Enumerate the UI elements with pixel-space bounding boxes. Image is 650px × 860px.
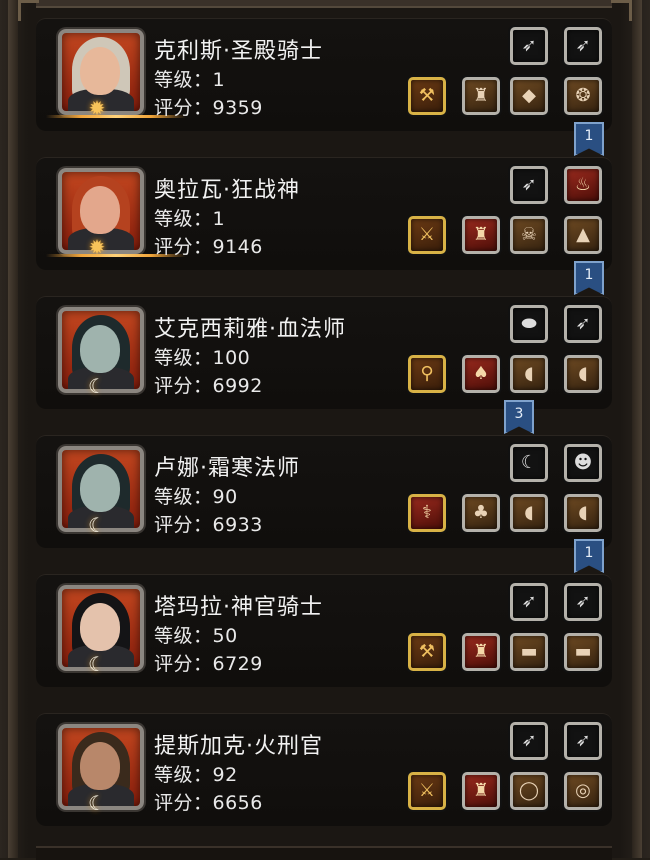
magic-wand-icon[interactable]: ⚲ <box>408 355 446 393</box>
blue-gem-ring-icon[interactable]: ◎ <box>564 772 602 810</box>
belt-icon[interactable]: ▬ <box>564 633 602 671</box>
sun-emblem-icon: ✹ <box>88 235 106 259</box>
hero-score: 评分：9146 <box>154 236 263 258</box>
frame-left-edge <box>8 0 18 858</box>
hero-card[interactable]: ☾ 塔玛拉·神官骑士 等级：50 评分：6729 ➶ ➶ ⚒ ♜ ▬ ▬ <box>36 574 612 687</box>
portrait-face <box>80 186 120 234</box>
moon-emblem-icon: ☾ <box>88 513 106 537</box>
double-axe-icon[interactable]: ⚔ <box>408 772 446 810</box>
hero-level: 等级：1 <box>154 69 226 91</box>
dark-feather-icon[interactable]: ➶ <box>510 166 548 204</box>
hero-card[interactable]: ☾ 艾克西莉雅·血法师 等级：100 评分：6992 ⬬ ➶ ⚲ ♠ ◖ ◖ <box>36 296 612 409</box>
hero-level: 等级：1 <box>154 208 226 230</box>
moon-emblem-icon: ☾ <box>88 374 106 398</box>
fire-shield-icon[interactable]: ♨ <box>564 166 602 204</box>
hero-name: 奥拉瓦·狂战神 <box>154 178 300 203</box>
mask-icon[interactable]: ☻ <box>564 444 602 482</box>
hero-name: 艾克西莉雅·血法师 <box>154 317 346 342</box>
white-feather-icon[interactable]: ➶ <box>564 583 602 621</box>
moon-emblem-icon: ☾ <box>88 791 106 815</box>
red-cape-icon[interactable]: ▲ <box>564 216 602 254</box>
purple-helmet-icon[interactable]: ♜ <box>462 772 500 810</box>
hero-score: 评分：6729 <box>154 653 263 675</box>
portrait-face <box>80 603 120 651</box>
ornate-ring-icon[interactable]: ❂ <box>564 77 602 115</box>
leather-bracer-icon[interactable]: ◖ <box>564 494 602 532</box>
purple-helmet-icon[interactable]: ♜ <box>462 633 500 671</box>
skull-armor-icon[interactable]: ☠ <box>510 216 548 254</box>
frame-top-bar <box>36 0 612 8</box>
hero-level: 等级：100 <box>154 347 251 369</box>
white-feather-icon[interactable]: ➶ <box>510 27 548 65</box>
hero-level: 等级：92 <box>154 764 238 786</box>
hero-card[interactable]: ☾ 卢娜·霜寒法师 等级：90 评分：6933 ☾ ☻ ⚕ ♣ ◖ ◖ <box>36 435 612 548</box>
hero-card[interactable]: ☾ 提斯加克·火刑官 等级：92 评分：6656 ➶ ➶ ⚔ ♜ ◯ ◎ <box>36 713 612 826</box>
frame-corner-right <box>611 0 632 21</box>
red-armor-icon[interactable]: ♠ <box>462 355 500 393</box>
moon-emblem-icon: ☾ <box>88 652 106 676</box>
white-feather-icon[interactable]: ➶ <box>510 583 548 621</box>
frame-corner-left <box>18 0 39 21</box>
hero-level: 等级：90 <box>154 486 238 508</box>
dark-feather-icon[interactable]: ➶ <box>564 305 602 343</box>
white-horn-icon[interactable]: ☾ <box>510 444 548 482</box>
hero-name: 提斯加克·火刑官 <box>154 734 323 759</box>
hammer-icon[interactable]: ⚒ <box>408 77 446 115</box>
hero-name: 塔玛拉·神官骑士 <box>154 595 323 620</box>
green-gem-icon[interactable]: ◆ <box>510 77 548 115</box>
hero-score: 评分：6933 <box>154 514 263 536</box>
hero-score: 评分：6992 <box>154 375 263 397</box>
leather-bracer-icon[interactable]: ◖ <box>564 355 602 393</box>
war-hammer-icon[interactable]: ⚒ <box>408 633 446 671</box>
hero-name: 克利斯·圣殿骑士 <box>154 39 323 64</box>
gold-ring-icon[interactable]: ◯ <box>510 772 548 810</box>
hero-name: 卢娜·霜寒法师 <box>154 456 300 481</box>
belt-icon[interactable]: ▬ <box>510 633 548 671</box>
portrait-face <box>80 325 120 373</box>
white-feather-icon[interactable]: ➶ <box>564 27 602 65</box>
portrait-face <box>80 742 120 790</box>
portrait-face <box>80 47 120 95</box>
hero-level: 等级：50 <box>154 625 238 647</box>
hero-score: 评分：9359 <box>154 97 263 119</box>
dark-robe-icon[interactable]: ♣ <box>462 494 500 532</box>
fire-staff-icon[interactable]: ⚕ <box>408 494 446 532</box>
hero-card[interactable]: ✹ 奥拉瓦·狂战神 等级：1 评分：9146 ➶ ♨ ⚔ ♜ ☠ ▲ <box>36 157 612 270</box>
leather-bracer-icon[interactable]: ◖ <box>510 494 548 532</box>
dark-feather-icon[interactable]: ➶ <box>510 722 548 760</box>
horned-helmet-icon[interactable]: ♜ <box>462 77 500 115</box>
teal-stone-icon[interactable]: ⬬ <box>510 305 548 343</box>
hero-score: 评分：6656 <box>154 792 263 814</box>
hero-card[interactable]: ✹ 克利斯·圣殿骑士 等级：1 评分：9359 ➶ ➶ ⚒ ♜ ◆ ❂ <box>36 18 612 131</box>
portrait-face <box>80 464 120 512</box>
frame-right-edge <box>632 0 642 858</box>
purple-helmet-icon[interactable]: ♜ <box>462 216 500 254</box>
sun-emblem-icon: ✹ <box>88 96 106 120</box>
dark-feather-icon[interactable]: ➶ <box>564 722 602 760</box>
battle-axe-icon[interactable]: ⚔ <box>408 216 446 254</box>
leather-bracer-icon[interactable]: ◖ <box>510 355 548 393</box>
